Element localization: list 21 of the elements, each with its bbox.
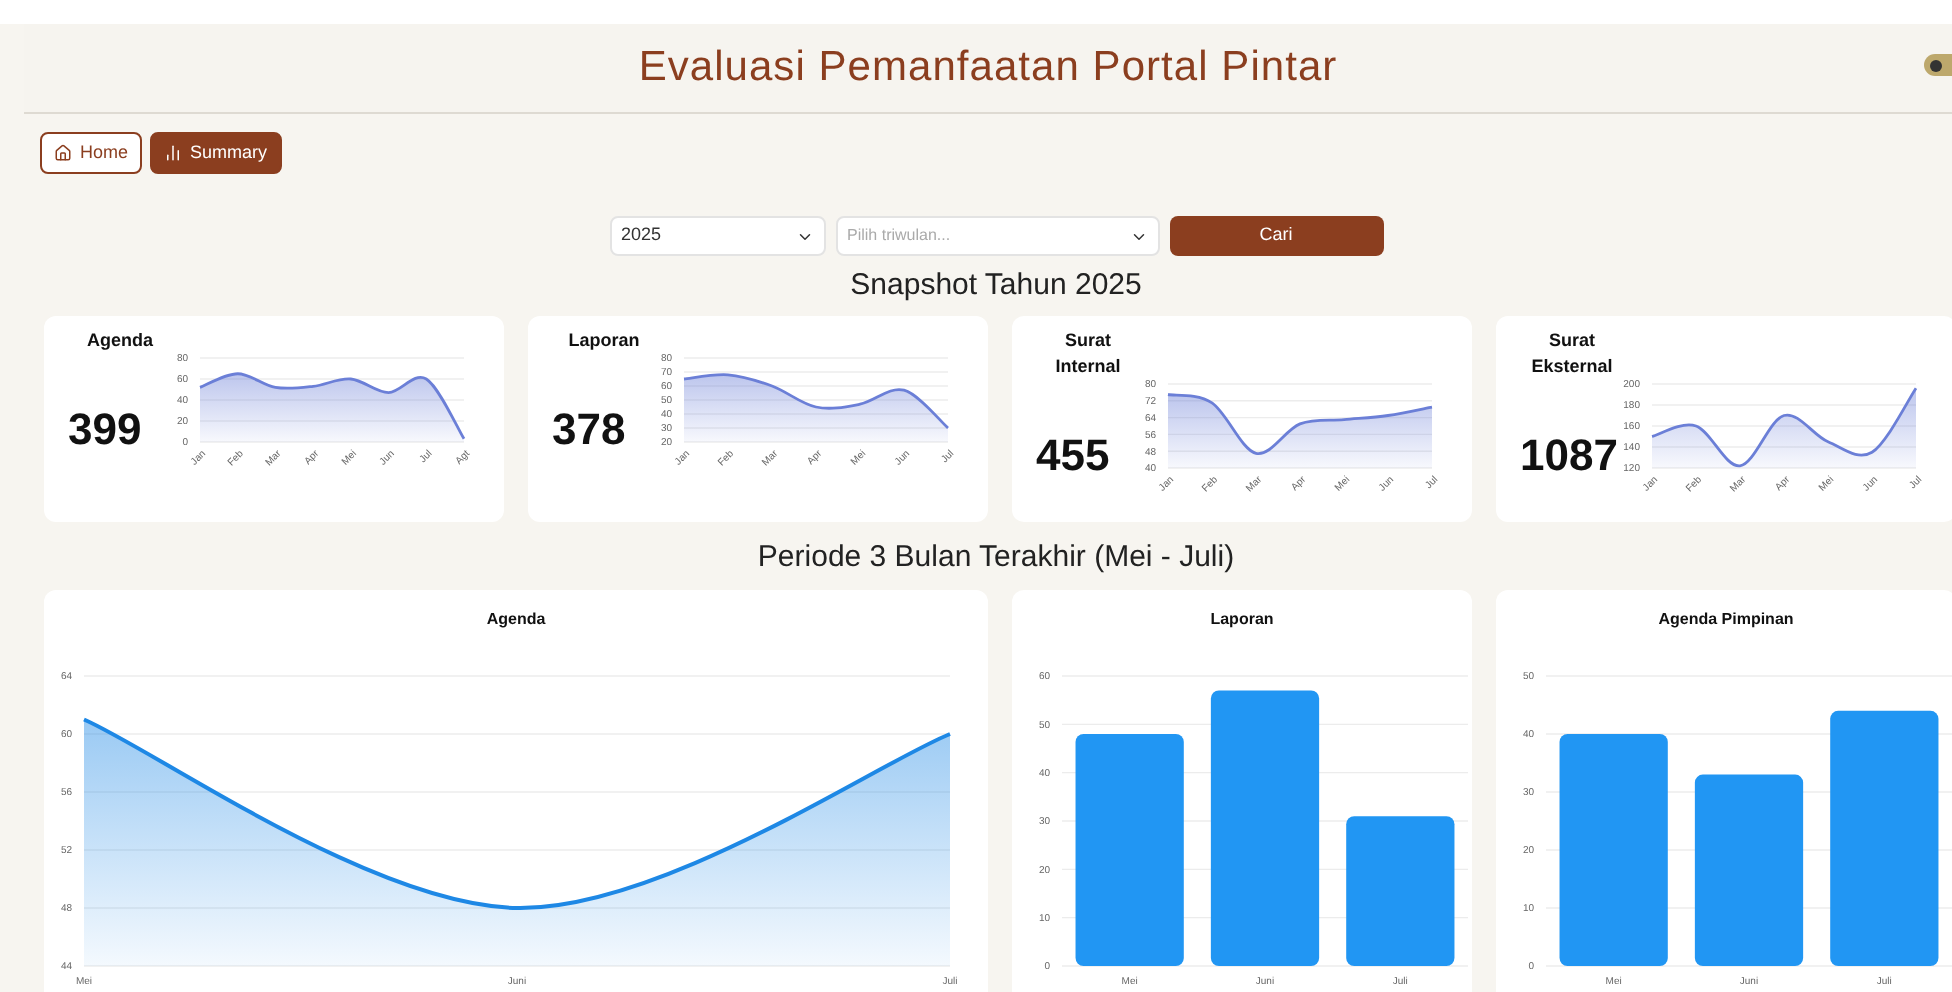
nav-tab[interactable]: Summary bbox=[150, 132, 282, 174]
card-total: 378 bbox=[552, 401, 628, 457]
section-title: Snapshot Tahun 2025 bbox=[848, 266, 1144, 306]
card-title: Surat Eksternal bbox=[1529, 328, 1615, 380]
bar-chart-icon bbox=[164, 144, 183, 162]
section-title: Periode 3 Bulan Terakhir (Mei - Juli) bbox=[755, 538, 1237, 578]
toggle-icon[interactable] bbox=[1924, 54, 1952, 76]
card-total: 1087 bbox=[1520, 427, 1616, 483]
chart-title: Agenda bbox=[484, 608, 548, 632]
home-icon bbox=[54, 144, 72, 162]
page-title: Evaluasi Pemanfaatan Portal Pintar bbox=[638, 42, 1338, 95]
chart-title: Laporan bbox=[1208, 608, 1276, 632]
card-title: Surat Internal bbox=[1053, 328, 1123, 380]
search-button[interactable]: Cari bbox=[1169, 216, 1383, 256]
card-title: Agenda bbox=[84, 328, 155, 354]
nav-tab[interactable]: Home bbox=[40, 132, 143, 174]
card-title: Laporan bbox=[566, 328, 642, 354]
card-total: 399 bbox=[68, 401, 144, 457]
card-total: 455 bbox=[1036, 427, 1112, 483]
chart-title: Agenda Pimpinan bbox=[1656, 608, 1796, 632]
year-select[interactable]: 2025 bbox=[609, 216, 825, 256]
